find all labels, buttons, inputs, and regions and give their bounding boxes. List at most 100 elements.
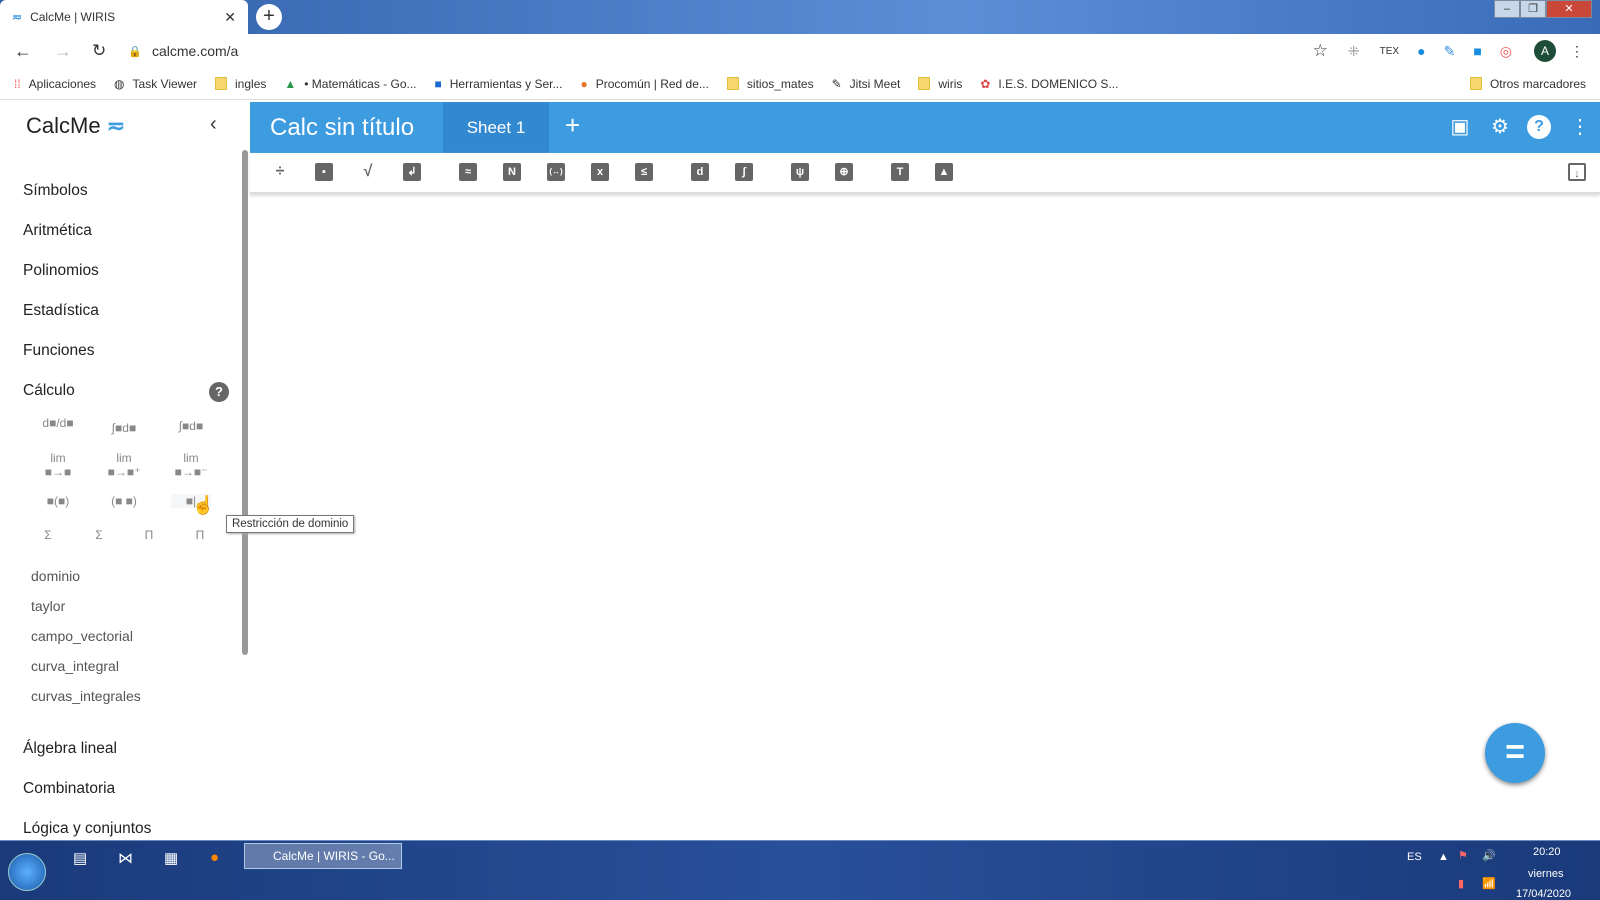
visual-studio-icon[interactable]: ⋈ (118, 849, 133, 867)
power-icon[interactable]: ▮ (1458, 877, 1464, 890)
folder-icon (1469, 77, 1482, 90)
category-estadistica[interactable]: Estadística (23, 302, 99, 320)
image-icon[interactable]: ▲ (935, 163, 953, 181)
network-error-icon[interactable]: ⚑ (1458, 849, 1468, 862)
integral-button[interactable]: ∫■d■ (104, 421, 144, 435)
notepad-icon[interactable]: ▦ (164, 849, 178, 867)
integral-icon[interactable]: ∫ (735, 163, 753, 181)
category-algebra-lineal[interactable]: Álgebra lineal (23, 740, 117, 758)
clock-day[interactable]: viernes (1528, 868, 1563, 880)
derivative-icon[interactable]: d (691, 163, 709, 181)
forward-icon[interactable]: → (54, 41, 72, 62)
bookmark-item[interactable]: ■ Herramientas y Ser... (435, 77, 563, 91)
insert-icon[interactable]: ↓ (1568, 163, 1586, 181)
solve-icon[interactable]: x (591, 163, 609, 181)
subscript-icon[interactable]: ↲ (403, 163, 421, 181)
definite-integral-button[interactable]: ∫■d■ (171, 419, 211, 433)
back-icon[interactable]: ← (14, 41, 32, 62)
extension-icon[interactable]: ⁜ (1348, 43, 1360, 60)
graph-icon[interactable]: ψ (791, 163, 809, 181)
tex-extension-icon[interactable]: TEX (1380, 46, 1399, 57)
command-campo-vectorial[interactable]: campo_vectorial (31, 628, 133, 644)
bookmark-apps[interactable]: ⁞⁞ Aplicaciones (14, 77, 96, 91)
clock-time[interactable]: 20:20 (1533, 846, 1561, 858)
avatar[interactable]: A (1534, 40, 1556, 62)
function-eval-button[interactable]: ■(■) (38, 494, 78, 508)
clock-date[interactable]: 17/04/2020 (1516, 888, 1571, 900)
extension-icon[interactable]: ■ (1473, 43, 1481, 59)
bookmark-item[interactable]: ingles (215, 77, 266, 91)
address-bar: ← → ↻ 🔒 calcme.com/a ☆ ⁜ TEX ● ✎ ■ ◎ A ⋮ (0, 34, 1600, 68)
bookmark-item[interactable]: ✎ Jitsi Meet (832, 77, 901, 91)
signal-icon[interactable]: 📶 (1482, 877, 1496, 890)
close-window-button[interactable]: ✕ (1546, 0, 1592, 18)
approximate-icon[interactable]: ≈ (459, 163, 477, 181)
taskbar-chrome-window[interactable]: CalcMe | WIRIS - Go... (244, 843, 402, 869)
product-range-button[interactable]: Π (180, 528, 220, 542)
command-taylor[interactable]: taylor (31, 598, 65, 614)
sum-button[interactable]: Σ (28, 528, 68, 542)
bookmark-item[interactable]: ◍ Task Viewer (114, 77, 197, 91)
fraction-icon[interactable]: ÷ (271, 163, 289, 181)
power-icon[interactable]: ▪ (315, 163, 333, 181)
help-icon[interactable]: ? (209, 382, 229, 402)
gear-icon[interactable]: ⚙ (1487, 114, 1513, 139)
volume-icon[interactable]: 🔊 (1482, 849, 1496, 862)
document-title[interactable]: Calc sin título (270, 114, 414, 142)
language-indicator[interactable]: ES (1407, 851, 1422, 863)
evaluate-icon[interactable]: N (503, 163, 521, 181)
bookmark-item[interactable]: ✿ I.E.S. DOMENICO S... (980, 77, 1118, 91)
show-hidden-icons[interactable]: ▲ (1438, 851, 1449, 863)
restore-button[interactable]: ❐ (1520, 0, 1546, 18)
sidebar-scrollbar[interactable] (242, 150, 248, 655)
category-calculo[interactable]: Cálculo (23, 382, 75, 400)
save-icon[interactable]: ▣ (1447, 114, 1473, 139)
bookmark-item[interactable]: wiris (918, 77, 962, 91)
help-icon[interactable]: ? (1527, 115, 1551, 139)
other-bookmarks[interactable]: Otros marcadores (1469, 77, 1586, 91)
derivative-button[interactable]: d■/d■ (38, 416, 78, 430)
close-tab-icon[interactable]: ✕ (224, 9, 236, 26)
sqrt-icon[interactable]: √ (359, 163, 377, 181)
add-sheet-button[interactable]: + (565, 110, 580, 141)
category-logica[interactable]: Lógica y conjuntos (23, 820, 151, 838)
category-funciones[interactable]: Funciones (23, 342, 95, 360)
inequality-icon[interactable]: ≤ (635, 163, 653, 181)
menu-icon[interactable]: ⋮ (1570, 43, 1584, 60)
text-icon[interactable]: T (891, 163, 909, 181)
tab-sheet-1[interactable]: Sheet 1 (443, 102, 549, 153)
category-simbolos[interactable]: Símbolos (23, 182, 88, 200)
category-polinomios[interactable]: Polinomios (23, 262, 99, 280)
bookmark-star-icon[interactable]: ☆ (1313, 41, 1328, 61)
command-dominio[interactable]: dominio (31, 568, 80, 584)
table-icon[interactable]: ⊕ (835, 163, 853, 181)
limit-button[interactable]: lim ■→■ (38, 451, 78, 479)
bookmark-item[interactable]: ▲ • Matemáticas - Go... (284, 77, 416, 91)
url-input[interactable]: calcme.com/a (152, 43, 238, 59)
command-curvas-integrales[interactable]: curvas_integrales (31, 688, 141, 704)
limit-left-button[interactable]: lim ■→■⁻ (171, 451, 211, 479)
command-curva-integral[interactable]: curva_integral (31, 658, 119, 674)
start-button[interactable] (8, 853, 46, 891)
limit-right-button[interactable]: lim ■→■⁺ (104, 451, 144, 479)
new-tab-button[interactable]: + (256, 4, 282, 30)
app-icon[interactable]: ▤ (73, 849, 87, 867)
sum-range-button[interactable]: Σ (79, 528, 119, 542)
extension-icon[interactable]: ● (1417, 43, 1425, 59)
reload-icon[interactable]: ↻ (92, 41, 106, 61)
bookmark-item[interactable]: ● Procomún | Red de... (580, 77, 708, 91)
extension-icon[interactable]: ✎ (1444, 43, 1456, 60)
firefox-icon[interactable]: ● (210, 849, 219, 866)
category-combinatoria[interactable]: Combinatoria (23, 780, 115, 798)
piecewise-button[interactable]: (■ ■) (104, 494, 144, 508)
browser-tab[interactable]: ≂ CalcMe | WIRIS ✕ (0, 0, 248, 34)
product-button[interactable]: Π (129, 528, 169, 542)
bookmark-item[interactable]: sitios_mates (726, 77, 814, 91)
extension-icon[interactable]: ◎ (1500, 43, 1512, 60)
interval-icon[interactable]: (↔) (547, 163, 565, 181)
minimize-button[interactable]: – (1494, 0, 1520, 18)
more-options-icon[interactable]: ⋮ (1567, 114, 1593, 139)
collapse-sidebar-icon[interactable]: ‹ (210, 113, 217, 136)
category-aritmetica[interactable]: Aritmética (23, 222, 92, 240)
calculate-button[interactable]: = (1485, 723, 1545, 783)
